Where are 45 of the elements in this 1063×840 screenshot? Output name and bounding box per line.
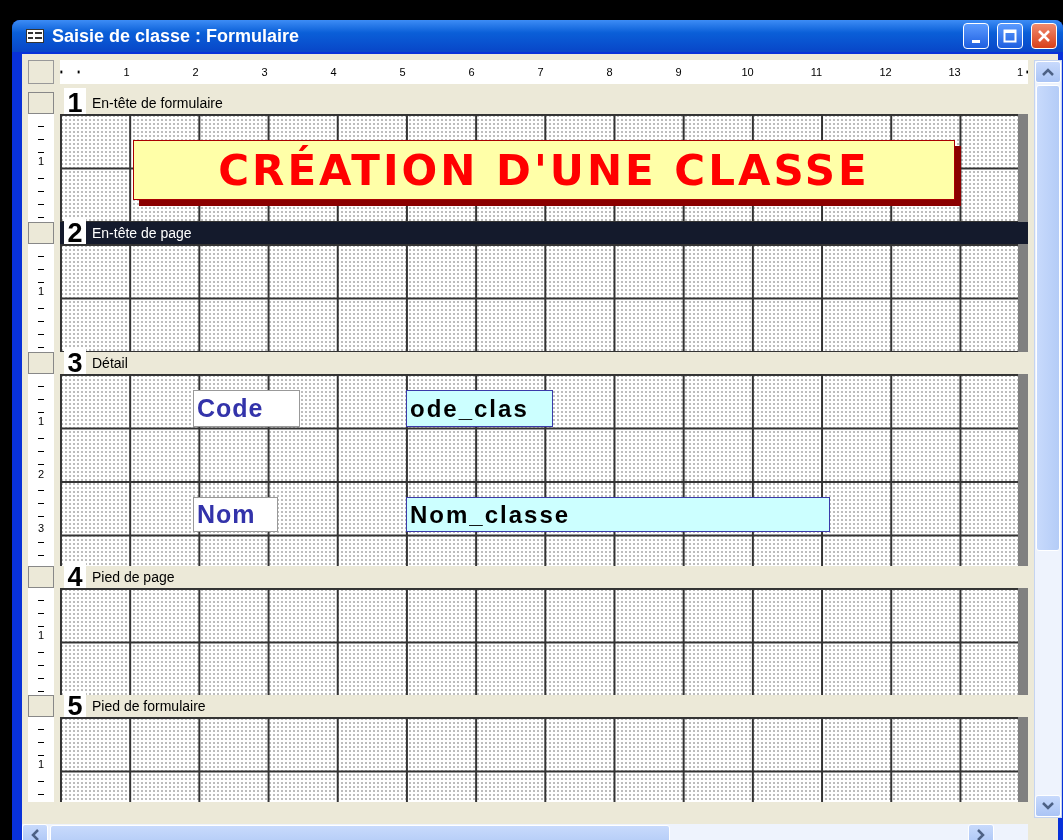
maximize-button[interactable] — [997, 23, 1023, 49]
caret-icon — [1042, 68, 1054, 76]
section-selector[interactable] — [28, 352, 54, 374]
ruler-number: 5 — [397, 66, 408, 78]
section-selector[interactable] — [28, 566, 54, 588]
field-label[interactable]: Code — [193, 390, 300, 427]
section-selector[interactable] — [28, 222, 54, 244]
caret-icon — [1042, 802, 1054, 810]
ruler-number: 6 — [466, 66, 477, 78]
ruler-number: 2 — [190, 66, 201, 78]
scroll-thumb[interactable] — [1036, 85, 1060, 551]
ruler-number: 10 — [739, 66, 756, 78]
scroll-left-button[interactable] — [22, 824, 48, 840]
scroll-up-button[interactable] — [1035, 61, 1061, 83]
scroll-thumb[interactable] — [50, 825, 670, 840]
text-box[interactable]: ode_clas — [406, 390, 553, 427]
caret-icon — [31, 829, 39, 840]
text-box[interactable]: Nom_classe — [406, 497, 830, 532]
ruler-number: 8 — [604, 66, 615, 78]
close-button[interactable] — [1031, 23, 1057, 49]
ruler-number: 1 — [121, 66, 132, 78]
minimize-button[interactable] — [963, 23, 989, 49]
ruler-number: 3 — [259, 66, 270, 78]
horizontal-scrollbar[interactable] — [22, 824, 1028, 840]
close-icon — [1037, 29, 1051, 43]
section-selector[interactable] — [28, 92, 54, 114]
window-title: Saisie de classe : Formulaire — [52, 25, 301, 47]
ruler-number: 11 — [808, 66, 825, 78]
minimize-icon — [972, 39, 980, 43]
ruler-number: 4 — [328, 66, 339, 78]
form-icon — [26, 29, 44, 43]
ruler-corner — [28, 60, 54, 84]
scroll-down-button[interactable] — [1035, 795, 1061, 817]
scroll-right-button[interactable] — [968, 824, 994, 840]
section-selector[interactable] — [28, 695, 54, 717]
maximize-icon — [1003, 29, 1017, 43]
ruler-number: 7 — [535, 66, 546, 78]
caret-icon — [977, 829, 985, 840]
ruler-number: 2 — [37, 467, 45, 481]
vertical-scrollbar[interactable] — [1034, 60, 1062, 818]
field-label[interactable]: Nom — [193, 497, 278, 532]
ruler-number: 13 — [946, 66, 963, 78]
ruler-number: 12 — [877, 66, 894, 78]
ruler-number: 9 — [673, 66, 684, 78]
ruler-number: 1 — [1014, 66, 1025, 78]
